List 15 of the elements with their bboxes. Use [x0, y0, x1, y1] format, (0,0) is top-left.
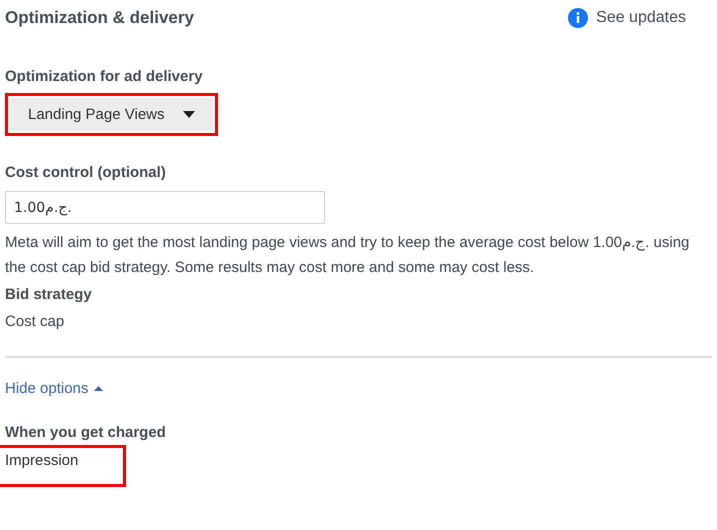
caret-icon [94, 386, 104, 391]
bid-strategy-value: Cost cap [5, 313, 66, 330]
caret-icon [182, 111, 194, 118]
field-label: Bid strategy [5, 286, 93, 303]
field-label: Optimization for ad delivery [5, 68, 204, 85]
see-updates-link[interactable]: See updates [568, 8, 686, 28]
hide-options-link[interactable]: Hide options [5, 380, 104, 397]
cost-input-field[interactable]: 1.00ج.م. [5, 191, 325, 224]
field-label: Cost control (optional) [5, 164, 167, 181]
optimization-dropdown[interactable]: Landing Page Views [10, 98, 212, 131]
info-icon [568, 8, 588, 28]
section-title: Optimization & delivery [5, 8, 194, 28]
description-text: Meta will aim to get the most landing page views and try to keep the average cost below 1.00ج.م. using the cost cap bid strategy. Some results may cost more and some may cost less. [5, 233, 690, 278]
field-label: When you get charged [5, 424, 167, 441]
charged-value: Impression [0, 445, 126, 487]
